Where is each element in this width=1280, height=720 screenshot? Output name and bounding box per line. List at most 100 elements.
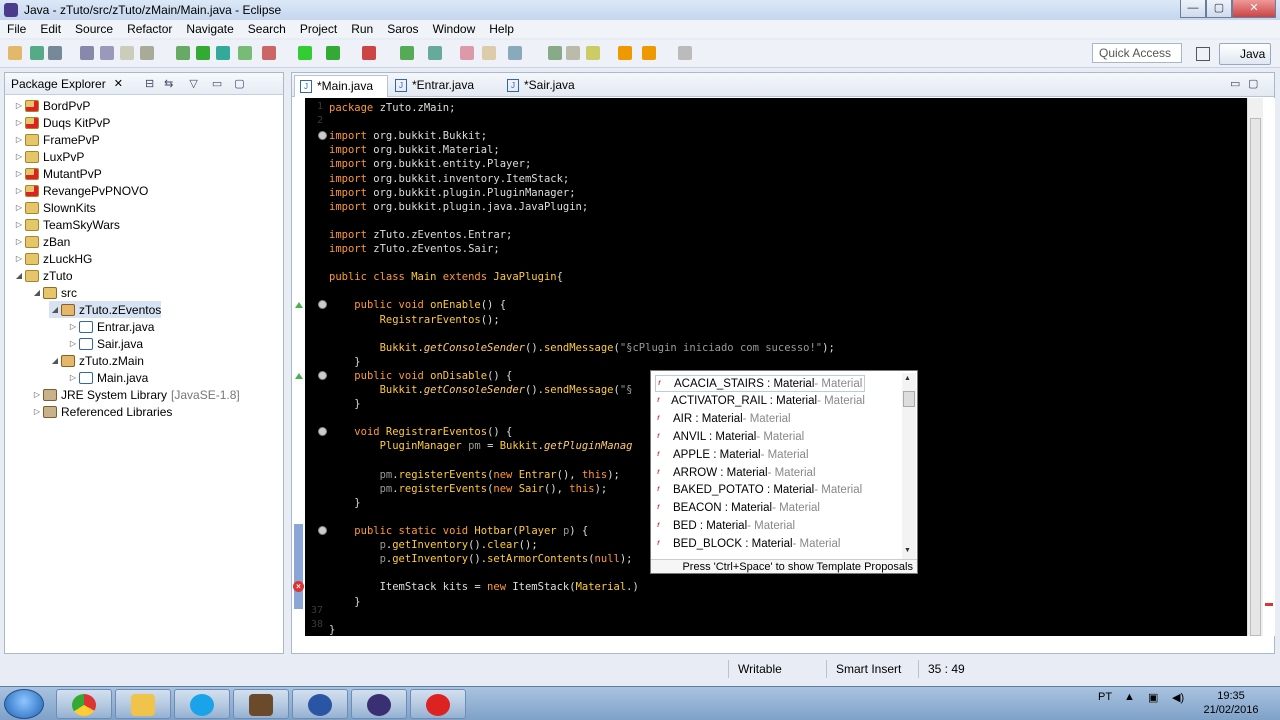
- run-icon[interactable]: [216, 46, 230, 60]
- tree-item[interactable]: ◢ zTuto.zEventos: [49, 301, 162, 318]
- menu-navigate[interactable]: Navigate: [179, 22, 240, 36]
- maximize-view-icon[interactable]: ▢: [234, 77, 244, 90]
- expand-arrow-icon[interactable]: ▷: [13, 101, 25, 110]
- tree-item[interactable]: ▷ MutantPvP: [13, 165, 102, 182]
- expand-arrow-icon[interactable]: ▷: [31, 407, 43, 416]
- scrollbar-thumb[interactable]: [1250, 118, 1261, 636]
- minecraft-taskbar-button[interactable]: [233, 689, 289, 719]
- open-perspective-icon[interactable]: [1196, 47, 1210, 61]
- tab-sairjava[interactable]: J *Sair.java: [502, 75, 582, 97]
- show-hidden-icons-icon[interactable]: ▲: [1124, 691, 1135, 703]
- proposal-item[interactable]: ᶠ AIR : Material - Material: [655, 411, 865, 428]
- proposal-item[interactable]: ᶠ BAKED_POTATO : Material - Material: [655, 482, 865, 499]
- next-annotation-icon[interactable]: [482, 46, 496, 60]
- tab-entrarjava[interactable]: J *Entrar.java: [390, 75, 498, 97]
- more-icon[interactable]: [678, 46, 692, 60]
- forward-icon[interactable]: [586, 46, 600, 60]
- menu-search[interactable]: Search: [241, 22, 293, 36]
- open-task-icon[interactable]: [400, 46, 414, 60]
- minimize-button[interactable]: —: [1180, 0, 1206, 18]
- expand-arrow-icon[interactable]: ▷: [13, 220, 25, 229]
- expand-arrow-icon[interactable]: ◢: [49, 356, 61, 365]
- new-class-icon[interactable]: [362, 46, 376, 60]
- new-package-icon[interactable]: [326, 46, 340, 60]
- expand-arrow-icon[interactable]: ▷: [13, 169, 25, 178]
- link-editor-icon[interactable]: ⇆: [164, 77, 173, 90]
- tree-item[interactable]: ▷ TeamSkyWars: [13, 216, 120, 233]
- editor-scrollbar[interactable]: [1247, 98, 1263, 636]
- tree-item[interactable]: ▷ Duqs KitPvP: [13, 114, 110, 131]
- toggle-mark-icon[interactable]: [120, 46, 134, 60]
- network-icon[interactable]: ▣: [1148, 691, 1158, 704]
- proposal-scrollbar[interactable]: ▲ ▼: [902, 373, 916, 559]
- last-edit-icon[interactable]: [548, 46, 562, 60]
- expand-arrow-icon[interactable]: ◢: [13, 271, 25, 280]
- debug-icon[interactable]: [196, 46, 210, 60]
- expand-arrow-icon[interactable]: ▷: [13, 135, 25, 144]
- expand-arrow-icon[interactable]: ▷: [67, 322, 79, 331]
- toggle-breadcrumb-icon[interactable]: [140, 46, 154, 60]
- tree-item[interactable]: ▷ zLuckHG: [13, 250, 92, 267]
- recorder-taskbar-button[interactable]: [410, 689, 466, 719]
- explorer-taskbar-button[interactable]: [115, 689, 171, 719]
- skype-taskbar-button[interactable]: [174, 689, 230, 719]
- open-type-icon[interactable]: [100, 46, 114, 60]
- expand-arrow-icon[interactable]: ▷: [31, 390, 43, 399]
- tree-item[interactable]: ▷ SlownKits: [13, 199, 96, 216]
- new-java-project-icon[interactable]: [298, 46, 312, 60]
- expand-arrow-icon[interactable]: ▷: [13, 203, 25, 212]
- expand-arrow-icon[interactable]: ▷: [13, 118, 25, 127]
- error-marker-icon[interactable]: [1265, 603, 1273, 606]
- tree-item[interactable]: ▷ FramePvP: [13, 131, 100, 148]
- build-icon[interactable]: [176, 46, 190, 60]
- chrome-taskbar-button[interactable]: [56, 689, 112, 719]
- proposal-item[interactable]: ᶠ ACACIA_STAIRS : Material - Material: [655, 375, 865, 392]
- java-perspective-button[interactable]: Java: [1219, 43, 1271, 65]
- expand-arrow-icon[interactable]: ▷: [13, 186, 25, 195]
- quick-access-input[interactable]: Quick Access: [1092, 43, 1182, 63]
- start-button-icon[interactable]: [4, 689, 44, 719]
- expand-arrow-icon[interactable]: ▷: [67, 373, 79, 382]
- expand-arrow-icon[interactable]: ▷: [13, 237, 25, 246]
- save-all-icon[interactable]: [48, 46, 62, 60]
- tree-item[interactable]: ◢ src: [31, 284, 77, 301]
- expand-arrow-icon[interactable]: ▷: [67, 339, 79, 348]
- coverage-icon[interactable]: [262, 46, 276, 60]
- tree-item[interactable]: ▷ BordPvP: [13, 97, 90, 114]
- eclipse-taskbar-button[interactable]: [351, 689, 407, 719]
- volume-icon[interactable]: ◀): [1172, 691, 1184, 704]
- proposal-item[interactable]: ᶠ BEACON : Material - Material: [655, 500, 865, 517]
- new-icon[interactable]: [8, 46, 22, 60]
- maximize-editor-icon[interactable]: ▢: [1248, 77, 1258, 90]
- proposal-item[interactable]: ᶠ ANVIL : Material - Material: [655, 428, 865, 445]
- proposal-item[interactable]: ᶠ BED_BLOCK : Material - Material: [655, 535, 865, 552]
- language-indicator[interactable]: PT: [1098, 691, 1112, 703]
- expand-arrow-icon[interactable]: ▷: [13, 152, 25, 161]
- menu-file[interactable]: File: [0, 22, 33, 36]
- minimize-editor-icon[interactable]: ▭: [1230, 77, 1240, 90]
- proposal-item[interactable]: ᶠ BED : Material - Material: [655, 517, 865, 534]
- view-menu-icon[interactable]: ▽: [189, 77, 197, 90]
- tree-item[interactable]: ▷ Sair.java: [67, 335, 143, 352]
- expand-arrow-icon[interactable]: ◢: [31, 288, 43, 297]
- maximize-button[interactable]: ▢: [1206, 0, 1232, 18]
- teamspeak-taskbar-button[interactable]: [292, 689, 348, 719]
- tree-item[interactable]: ▷ JRE System Library [JavaSE-1.8]: [31, 386, 240, 403]
- system-clock[interactable]: 19:35 21/02/2016: [1200, 689, 1262, 717]
- history-icon[interactable]: [642, 46, 656, 60]
- menu-help[interactable]: Help: [482, 22, 521, 36]
- external-tools-icon[interactable]: [238, 46, 252, 60]
- menu-run[interactable]: Run: [344, 22, 380, 36]
- scrollbar-thumb[interactable]: [903, 391, 915, 407]
- proposal-item[interactable]: ᶠ ARROW : Material - Material: [655, 464, 865, 481]
- tree-item[interactable]: ▷ Entrar.java: [67, 318, 154, 335]
- prev-annotation-icon[interactable]: [508, 46, 522, 60]
- tree-item[interactable]: ◢ zTuto: [13, 267, 73, 284]
- save-icon[interactable]: [30, 46, 44, 60]
- minimize-view-icon[interactable]: ▭: [212, 77, 222, 90]
- menu-project[interactable]: Project: [293, 22, 344, 36]
- close-button[interactable]: ✕: [1232, 0, 1276, 18]
- back-icon[interactable]: [566, 46, 580, 60]
- close-icon[interactable]: ✕: [114, 77, 123, 90]
- expand-arrow-icon[interactable]: ▷: [13, 254, 25, 263]
